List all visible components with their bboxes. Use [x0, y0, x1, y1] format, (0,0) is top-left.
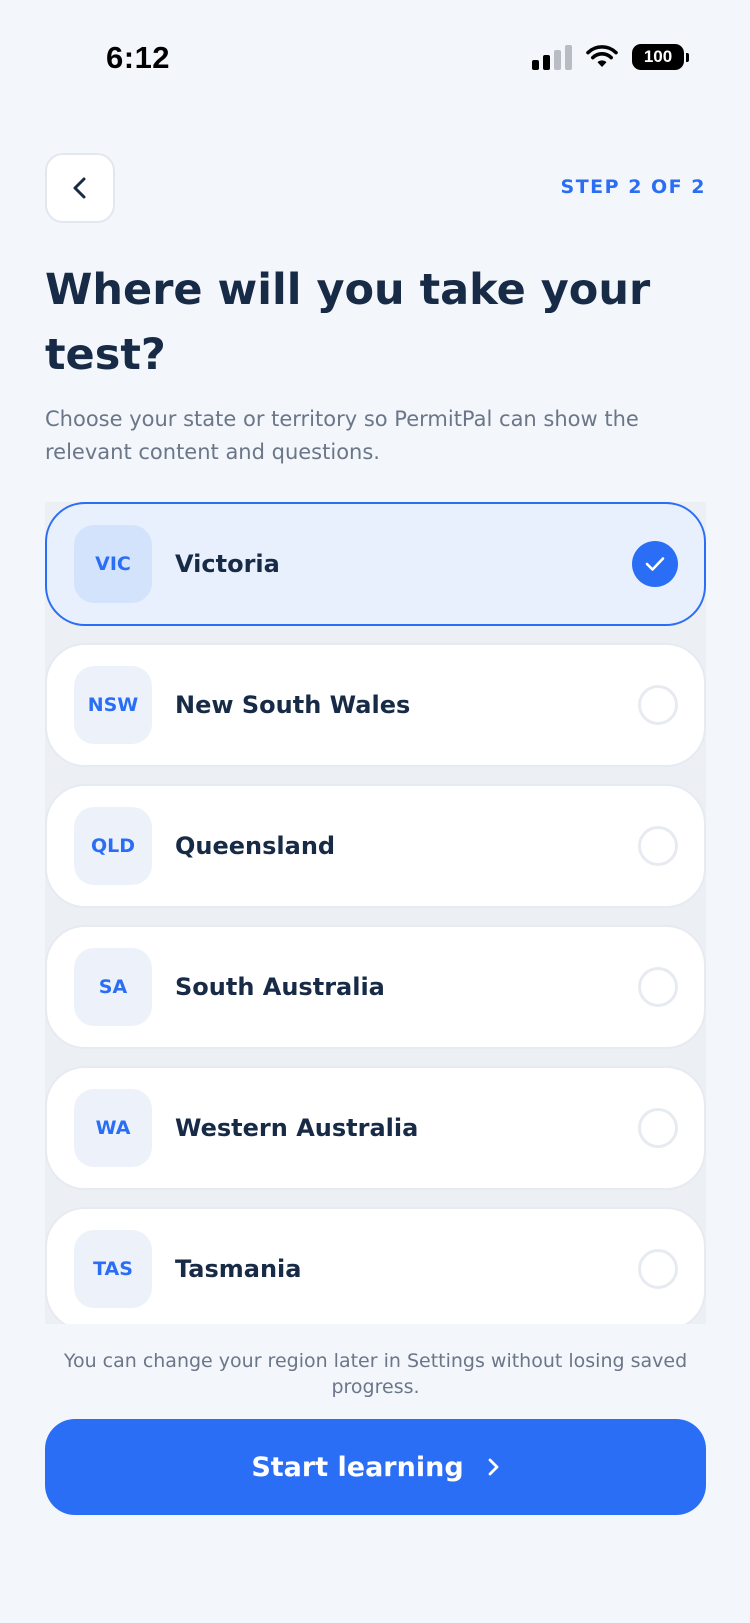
state-list[interactable]: VIC Victoria NSW New South Wales QLD Que… [45, 502, 706, 1324]
radio-unchecked[interactable] [638, 967, 678, 1007]
back-button[interactable] [45, 153, 115, 223]
state-option-wa[interactable]: WA Western Australia [45, 1066, 706, 1190]
state-name: Queensland [175, 832, 336, 860]
start-learning-button[interactable]: Start learning [45, 1419, 706, 1515]
page-subtitle: Choose your state or territory so Permit… [45, 407, 639, 464]
state-name: Western Australia [175, 1114, 419, 1142]
state-name: New South Wales [175, 691, 411, 719]
state-code-badge: NSW [74, 666, 152, 744]
radio-unchecked[interactable] [638, 685, 678, 725]
settings-footnote: You can change your region later in Sett… [63, 1350, 688, 1398]
chevron-right-icon [488, 1458, 499, 1476]
page-title: Where will you take your test? [45, 265, 651, 380]
state-name: Tasmania [175, 1255, 302, 1283]
state-code-badge: VIC [74, 525, 152, 603]
state-code-badge: WA [74, 1089, 152, 1167]
state-option-sa[interactable]: SA South Australia [45, 925, 706, 1049]
state-code-badge: TAS [74, 1230, 152, 1308]
state-code-badge: SA [74, 948, 152, 1026]
state-option-vic[interactable]: VIC Victoria [45, 502, 706, 626]
radio-unchecked[interactable] [638, 1249, 678, 1289]
state-code-badge: QLD [74, 807, 152, 885]
radio-unchecked[interactable] [638, 1108, 678, 1148]
status-icons: 100 [532, 44, 689, 70]
cellular-signal-icon [532, 44, 572, 70]
state-option-tas[interactable]: TAS Tasmania [45, 1207, 706, 1324]
check-icon [645, 557, 665, 571]
state-name: South Australia [175, 973, 385, 1001]
state-name: Victoria [175, 550, 280, 578]
status-time: 6:12 [106, 40, 171, 75]
battery-icon: 100 [632, 44, 689, 70]
state-option-qld[interactable]: QLD Queensland [45, 784, 706, 908]
step-indicator: STEP 2 OF 2 [560, 176, 706, 198]
chevron-left-icon [73, 177, 86, 199]
state-option-nsw[interactable]: NSW New South Wales [45, 643, 706, 767]
screen: 6:12 100 STEP 2 OF 2 Where will you take… [0, 0, 750, 1623]
wifi-icon [586, 45, 618, 67]
start-learning-label: Start learning [251, 1451, 464, 1483]
radio-unchecked[interactable] [638, 826, 678, 866]
radio-checked[interactable] [632, 541, 678, 587]
